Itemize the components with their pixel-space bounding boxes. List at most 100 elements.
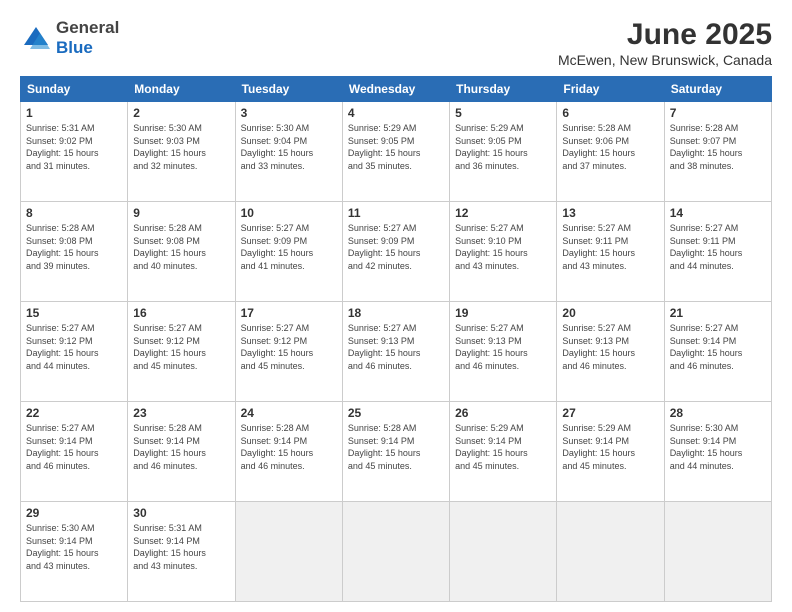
day-info: Sunrise: 5:27 AMSunset: 9:11 PMDaylight:…	[562, 223, 635, 271]
table-row: 18 Sunrise: 5:27 AMSunset: 9:13 PMDayligh…	[342, 302, 449, 402]
table-row	[450, 502, 557, 602]
calendar-subtitle: McEwen, New Brunswick, Canada	[558, 52, 772, 68]
calendar-header-row: Sunday Monday Tuesday Wednesday Thursday…	[21, 77, 772, 102]
day-number: 8	[26, 206, 122, 220]
day-info: Sunrise: 5:30 AMSunset: 9:04 PMDaylight:…	[241, 123, 314, 171]
table-row	[342, 502, 449, 602]
day-info: Sunrise: 5:27 AMSunset: 9:12 PMDaylight:…	[241, 323, 314, 371]
header-friday: Friday	[557, 77, 664, 102]
table-row: 7 Sunrise: 5:28 AMSunset: 9:07 PMDaylight…	[664, 102, 771, 202]
day-info: Sunrise: 5:27 AMSunset: 9:14 PMDaylight:…	[26, 423, 99, 471]
table-row: 30 Sunrise: 5:31 AMSunset: 9:14 PMDayligh…	[128, 502, 235, 602]
table-row: 16 Sunrise: 5:27 AMSunset: 9:12 PMDayligh…	[128, 302, 235, 402]
header-wednesday: Wednesday	[342, 77, 449, 102]
table-row: 27Sunrise: 5:29 AMSunset: 9:14 PMDayligh…	[557, 402, 664, 502]
day-info: Sunrise: 5:28 AMSunset: 9:14 PMDaylight:…	[348, 423, 421, 471]
logo-general-text: General	[56, 18, 119, 37]
title-block: June 2025 McEwen, New Brunswick, Canada	[558, 18, 772, 68]
day-number: 21	[670, 306, 766, 320]
day-number: 25	[348, 406, 444, 420]
day-number: 28	[670, 406, 766, 420]
day-number: 30	[133, 506, 229, 520]
day-number: 7	[670, 106, 766, 120]
day-number: 2	[133, 106, 229, 120]
header-saturday: Saturday	[664, 77, 771, 102]
header-tuesday: Tuesday	[235, 77, 342, 102]
day-info: Sunrise: 5:27 AMSunset: 9:13 PMDaylight:…	[455, 323, 528, 371]
day-info: Sunrise: 5:27 AMSunset: 9:13 PMDaylight:…	[348, 323, 421, 371]
day-info: Sunrise: 5:27 AMSunset: 9:09 PMDaylight:…	[348, 223, 421, 271]
table-row: 1Sunrise: 5:31 AMSunset: 9:02 PMDaylight…	[21, 102, 128, 202]
day-info: Sunrise: 5:28 AMSunset: 9:08 PMDaylight:…	[26, 223, 99, 271]
header: General Blue June 2025 McEwen, New Bruns…	[20, 18, 772, 68]
table-row: 11 Sunrise: 5:27 AMSunset: 9:09 PMDayligh…	[342, 202, 449, 302]
day-number: 16	[133, 306, 229, 320]
day-number: 9	[133, 206, 229, 220]
day-number: 13	[562, 206, 658, 220]
day-info: Sunrise: 5:27 AMSunset: 9:10 PMDaylight:…	[455, 223, 528, 271]
table-row: 10 Sunrise: 5:27 AMSunset: 9:09 PMDayligh…	[235, 202, 342, 302]
day-number: 15	[26, 306, 122, 320]
calendar-title: June 2025	[558, 18, 772, 52]
day-info: Sunrise: 5:28 AMSunset: 9:06 PMDaylight:…	[562, 123, 635, 171]
day-info: Sunrise: 5:28 AMSunset: 9:08 PMDaylight:…	[133, 223, 206, 271]
table-row: 5Sunrise: 5:29 AMSunset: 9:05 PMDaylight…	[450, 102, 557, 202]
table-row: 23 Sunrise: 5:28 AMSunset: 9:14 PMDayligh…	[128, 402, 235, 502]
header-monday: Monday	[128, 77, 235, 102]
day-info: Sunrise: 5:30 AMSunset: 9:03 PMDaylight:…	[133, 123, 206, 171]
table-row: 6 Sunrise: 5:28 AMSunset: 9:06 PMDaylight…	[557, 102, 664, 202]
day-number: 18	[348, 306, 444, 320]
day-number: 4	[348, 106, 444, 120]
page: General Blue June 2025 McEwen, New Bruns…	[0, 0, 792, 612]
logo-blue-text: Blue	[56, 38, 93, 57]
day-info: Sunrise: 5:29 AMSunset: 9:05 PMDaylight:…	[348, 123, 421, 171]
day-number: 5	[455, 106, 551, 120]
table-row: 9 Sunrise: 5:28 AMSunset: 9:08 PMDaylight…	[128, 202, 235, 302]
day-number: 23	[133, 406, 229, 420]
table-row: 4 Sunrise: 5:29 AMSunset: 9:05 PMDaylight…	[342, 102, 449, 202]
table-row: 24 Sunrise: 5:28 AMSunset: 9:14 PMDayligh…	[235, 402, 342, 502]
table-row: 2 Sunrise: 5:30 AMSunset: 9:03 PMDaylight…	[128, 102, 235, 202]
table-row: 20 Sunrise: 5:27 AMSunset: 9:13 PMDayligh…	[557, 302, 664, 402]
table-row: 22 Sunrise: 5:27 AMSunset: 9:14 PMDayligh…	[21, 402, 128, 502]
day-number: 1	[26, 106, 122, 120]
day-info: Sunrise: 5:31 AMSunset: 9:14 PMDaylight:…	[133, 523, 206, 571]
table-row: 14 Sunrise: 5:27 AMSunset: 9:11 PMDayligh…	[664, 202, 771, 302]
logo: General Blue	[20, 18, 119, 58]
table-row	[664, 502, 771, 602]
table-row: 25 Sunrise: 5:28 AMSunset: 9:14 PMDayligh…	[342, 402, 449, 502]
table-row: 26Sunrise: 5:29 AMSunset: 9:14 PMDayligh…	[450, 402, 557, 502]
day-info: Sunrise: 5:27 AMSunset: 9:11 PMDaylight:…	[670, 223, 743, 271]
day-info: Sunrise: 5:27 AMSunset: 9:13 PMDaylight:…	[562, 323, 635, 371]
header-thursday: Thursday	[450, 77, 557, 102]
table-row	[557, 502, 664, 602]
logo-icon	[20, 25, 52, 51]
day-number: 26	[455, 406, 551, 420]
day-info: Sunrise: 5:28 AMSunset: 9:07 PMDaylight:…	[670, 123, 743, 171]
day-number: 12	[455, 206, 551, 220]
day-number: 6	[562, 106, 658, 120]
calendar-body: 1Sunrise: 5:31 AMSunset: 9:02 PMDaylight…	[21, 102, 772, 602]
day-info: Sunrise: 5:27 AMSunset: 9:12 PMDaylight:…	[133, 323, 206, 371]
table-row	[235, 502, 342, 602]
day-number: 11	[348, 206, 444, 220]
day-number: 22	[26, 406, 122, 420]
table-row: 29 Sunrise: 5:30 AMSunset: 9:14 PMDayligh…	[21, 502, 128, 602]
day-number: 14	[670, 206, 766, 220]
day-number: 20	[562, 306, 658, 320]
day-number: 24	[241, 406, 337, 420]
day-info: Sunrise: 5:29 AMSunset: 9:14 PMDaylight:…	[562, 423, 635, 471]
day-number: 29	[26, 506, 122, 520]
table-row: 3 Sunrise: 5:30 AMSunset: 9:04 PMDaylight…	[235, 102, 342, 202]
table-row: 13 Sunrise: 5:27 AMSunset: 9:11 PMDayligh…	[557, 202, 664, 302]
table-row: 19Sunrise: 5:27 AMSunset: 9:13 PMDayligh…	[450, 302, 557, 402]
day-number: 17	[241, 306, 337, 320]
day-info: Sunrise: 5:27 AMSunset: 9:09 PMDaylight:…	[241, 223, 314, 271]
day-number: 10	[241, 206, 337, 220]
day-info: Sunrise: 5:28 AMSunset: 9:14 PMDaylight:…	[241, 423, 314, 471]
day-info: Sunrise: 5:30 AMSunset: 9:14 PMDaylight:…	[26, 523, 99, 571]
day-info: Sunrise: 5:27 AMSunset: 9:14 PMDaylight:…	[670, 323, 743, 371]
day-number: 3	[241, 106, 337, 120]
day-info: Sunrise: 5:28 AMSunset: 9:14 PMDaylight:…	[133, 423, 206, 471]
table-row: 21 Sunrise: 5:27 AMSunset: 9:14 PMDayligh…	[664, 302, 771, 402]
